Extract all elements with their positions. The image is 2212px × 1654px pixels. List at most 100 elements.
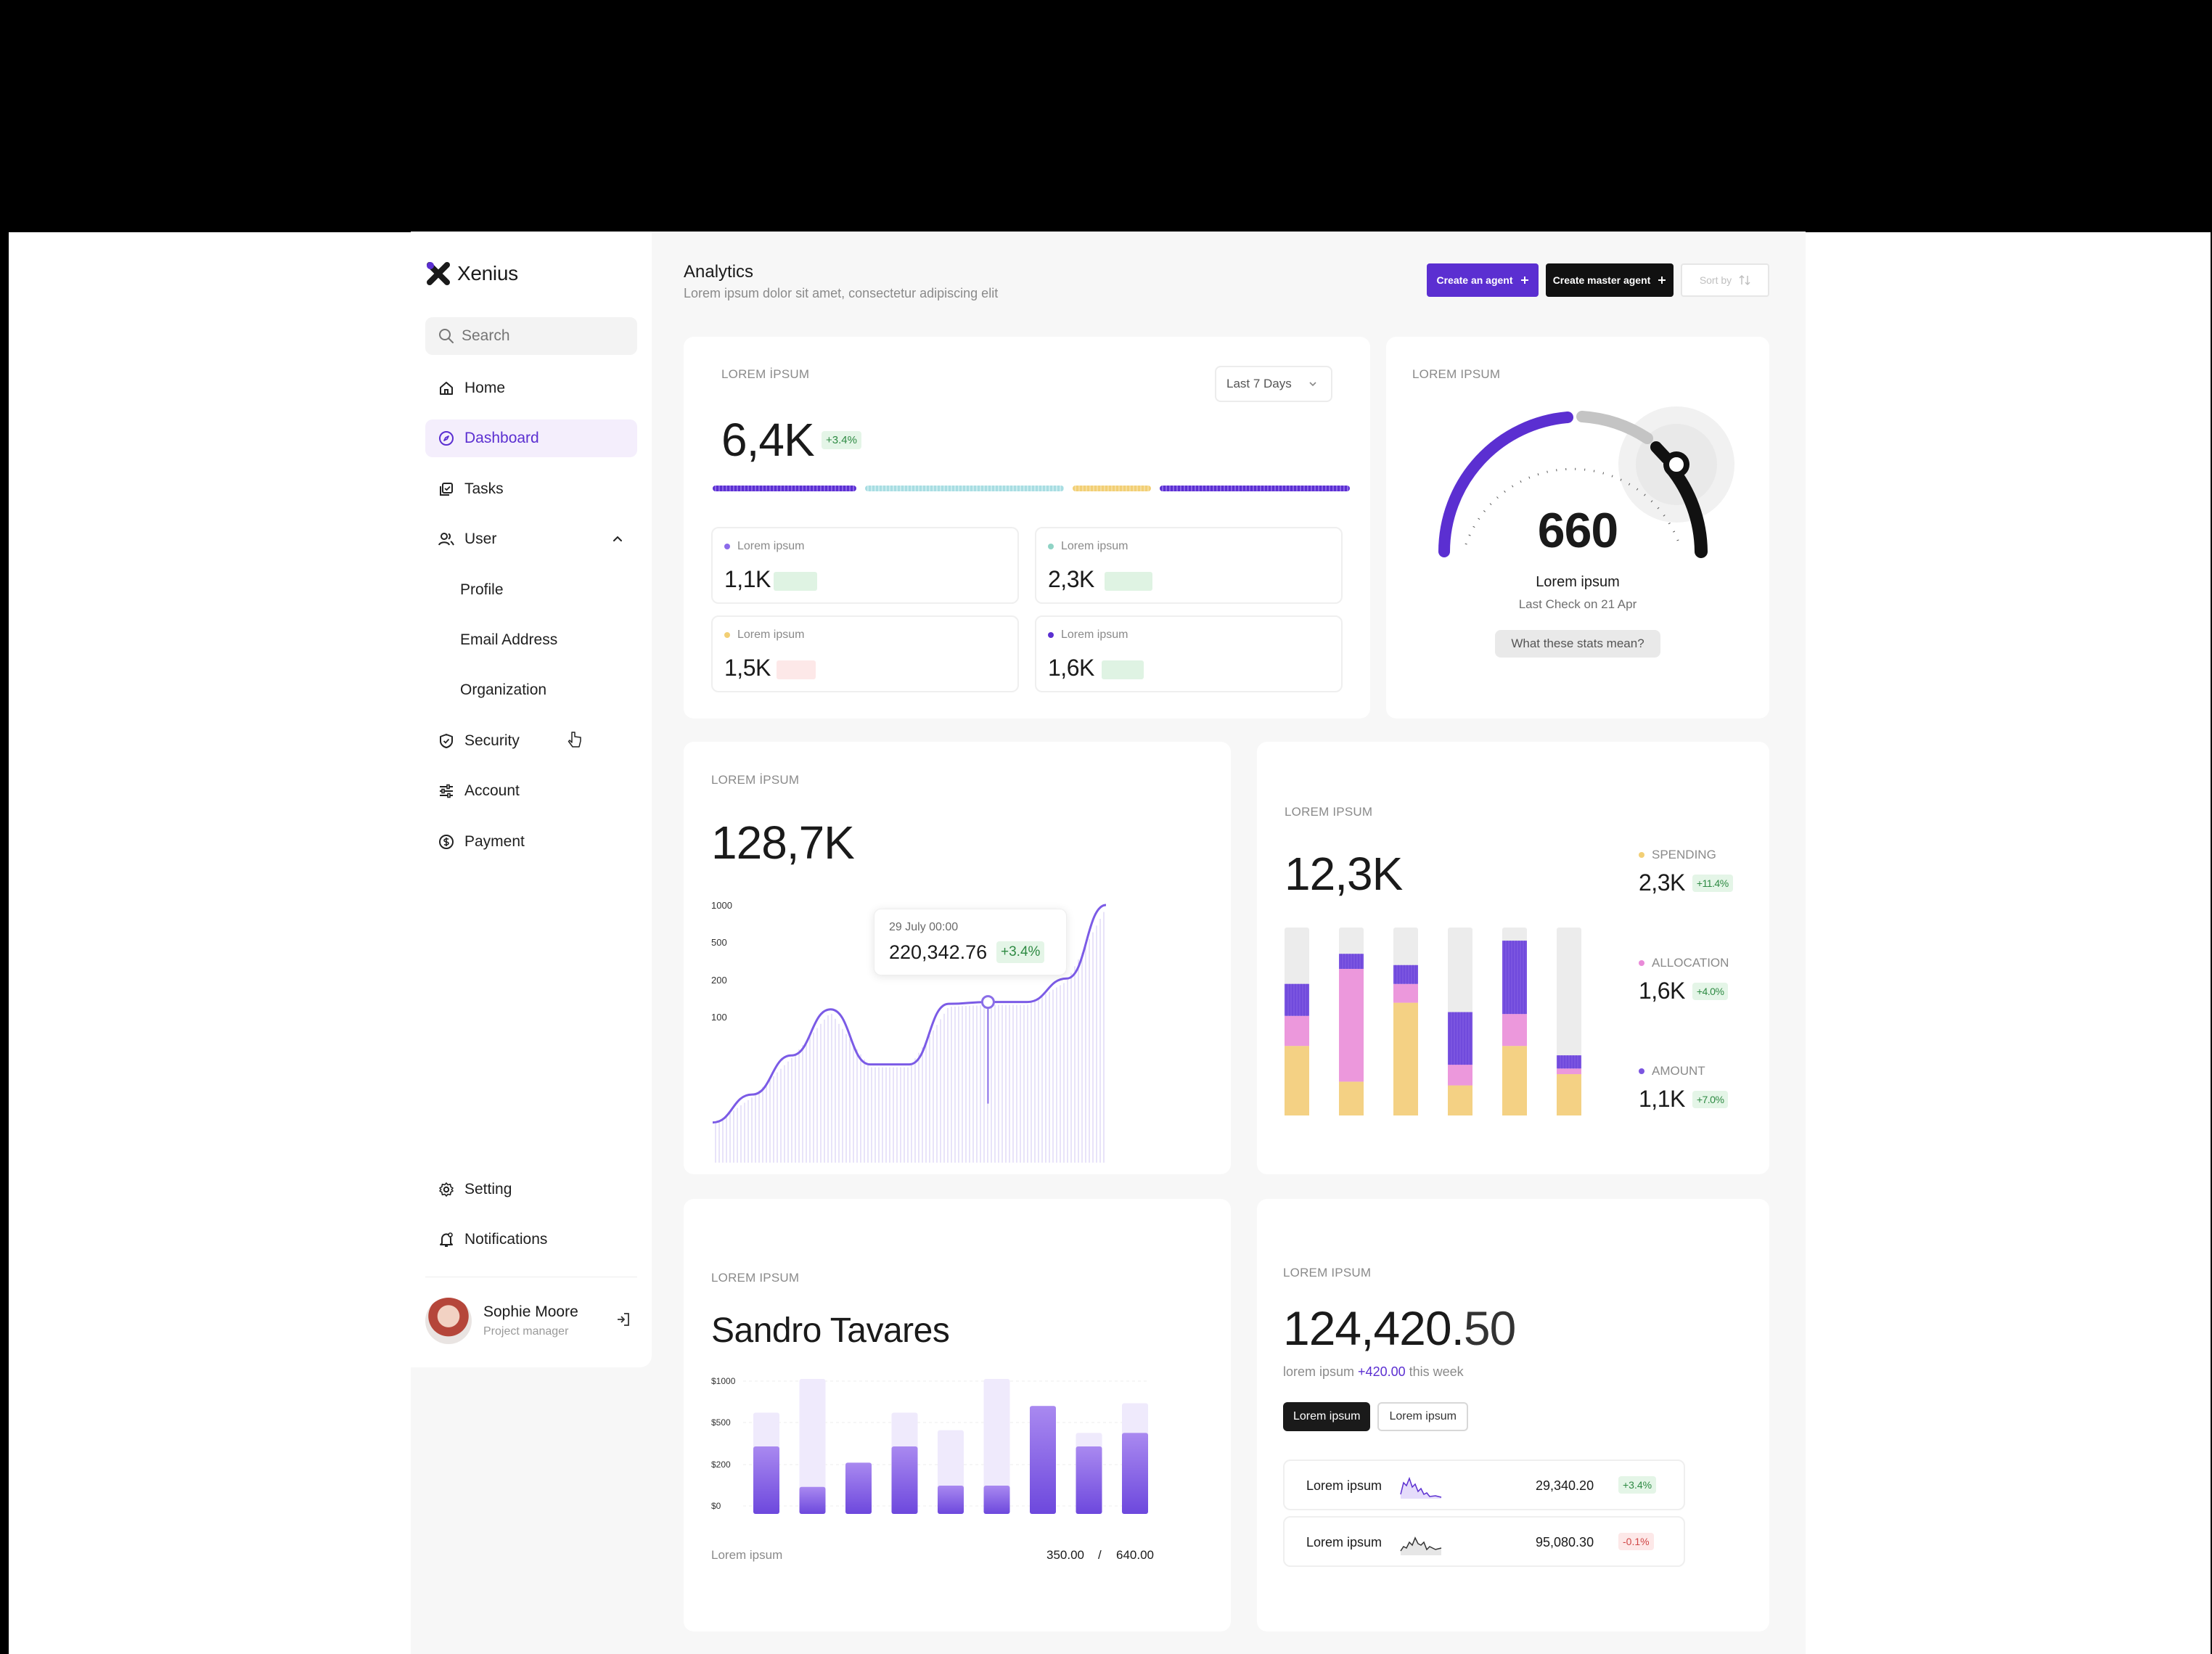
- balance-value: 124,420.50: [1283, 1301, 1516, 1356]
- segment-1: [865, 486, 1064, 491]
- tab-active[interactable]: Lorem ipsum: [1283, 1402, 1371, 1431]
- stats-info-button[interactable]: What these stats mean?: [1495, 630, 1660, 658]
- sliders-icon: [440, 784, 453, 798]
- score-value: 660: [1537, 503, 1618, 558]
- sidebar-item-user[interactable]: User: [425, 520, 637, 558]
- sidebar-item-organization[interactable]: Organization: [425, 671, 637, 709]
- mini-stat[interactable]: Lorem ipsum 1,6K: [1035, 615, 1343, 692]
- bar[interactable]: [753, 1446, 779, 1514]
- create-master-agent-button[interactable]: Create master agent: [1546, 263, 1674, 297]
- user-profile[interactable]: Sophie Moore Project manager: [425, 1295, 637, 1346]
- list-item[interactable]: Lorem ipsum 95,080.30 -0.1%: [1283, 1516, 1685, 1567]
- mini-stat[interactable]: Lorem ipsum 1,5K: [711, 615, 1019, 692]
- bar-segment-spending[interactable]: [1393, 1002, 1418, 1115]
- user-name: Sophie Moore: [483, 1303, 578, 1320]
- stacked-chart-card: LOREM IPSUM 12,3K SPENDING 2,3K +11.4% AL…: [1257, 742, 1769, 1174]
- bar-segment-allocation[interactable]: [1285, 1015, 1309, 1047]
- create-agent-label: Create an agent: [1436, 274, 1513, 286]
- mini-stat-label-row: Lorem ipsum: [1048, 540, 1128, 553]
- bar-segment-allocation[interactable]: [1393, 983, 1418, 1003]
- bar-segment-spending[interactable]: [1557, 1074, 1581, 1115]
- bar-segment-spending[interactable]: [1339, 1081, 1364, 1115]
- bar-segment-spending[interactable]: [1448, 1085, 1472, 1115]
- gear-icon: [439, 1182, 454, 1197]
- mini-stat[interactable]: Lorem ipsum 1,1K: [711, 527, 1019, 604]
- legend-dot: [724, 632, 730, 638]
- bar[interactable]: [799, 1486, 826, 1514]
- bar-segment-amount[interactable]: [1285, 983, 1309, 1016]
- period-dropdown[interactable]: Last 7 Days: [1215, 366, 1332, 402]
- highlight-point[interactable]: [980, 995, 995, 1010]
- bar-segment-allocation[interactable]: [1502, 1014, 1527, 1047]
- sidebar-item-notifications[interactable]: Notifications: [425, 1221, 637, 1258]
- mini-stat-label: Lorem ipsum: [737, 540, 805, 552]
- page-title: Analytics: [684, 262, 754, 282]
- y-tick-label: 500: [711, 937, 727, 948]
- tasks-icon: [440, 482, 453, 496]
- bar-segment-amount[interactable]: [1502, 941, 1527, 1015]
- sidebar-item-profile[interactable]: Profile: [425, 571, 637, 609]
- line-chart-card: LOREM İPSUM 128,7K 1000 500 200 100 29 July…: [684, 742, 1231, 1174]
- bar[interactable]: [1030, 1406, 1056, 1514]
- sidebar-item-tasks[interactable]: Tasks: [425, 470, 637, 508]
- legend-value: 2,3K: [1639, 869, 1685, 896]
- bar[interactable]: [891, 1446, 918, 1514]
- bar-segment-amount[interactable]: [1393, 965, 1418, 984]
- plus-icon: [1658, 277, 1666, 284]
- bar-segment-amount[interactable]: [1339, 954, 1364, 969]
- list-item[interactable]: Lorem ipsum 29,340.20 +3.4%: [1283, 1459, 1685, 1510]
- y-tick-label: 100: [711, 1012, 727, 1023]
- sidebar-item-home[interactable]: Home: [425, 369, 637, 407]
- tab-inactive[interactable]: Lorem ipsum: [1377, 1402, 1468, 1431]
- card-label: LOREM İPSUM: [721, 367, 810, 381]
- tooltip-value: 220,342.76: [889, 941, 988, 963]
- bar-segment-amount[interactable]: [1448, 1012, 1472, 1065]
- sidebar-item-email-address[interactable]: Email Address: [425, 621, 637, 659]
- bar[interactable]: [1122, 1433, 1148, 1514]
- search-input[interactable]: [462, 327, 621, 345]
- chevron-up-icon[interactable]: [611, 532, 624, 545]
- balance-card: LOREM IPSUM 124,420.50 lorem ipsum +420.…: [1257, 1199, 1769, 1632]
- search-box[interactable]: [425, 317, 637, 355]
- bar-segment-allocation[interactable]: [1557, 1068, 1581, 1075]
- sidebar-item-dashboard[interactable]: Dashboard: [425, 419, 637, 458]
- segment-2: [1073, 486, 1151, 491]
- chevron-down-icon: [1309, 382, 1316, 387]
- create-agent-button[interactable]: Create an agent: [1427, 263, 1539, 297]
- bar-segment-allocation[interactable]: [1339, 968, 1364, 1082]
- total-change-badge: +3.4%: [822, 431, 861, 449]
- row-change-badge: +3.4%: [1618, 1476, 1657, 1494]
- bar-segment-spending[interactable]: [1502, 1046, 1527, 1115]
- sidebar-item-setting[interactable]: Setting: [425, 1171, 637, 1208]
- bar[interactable]: [983, 1485, 1010, 1514]
- period-value: Last 7 Days: [1226, 377, 1292, 390]
- mini-stat-label-row: Lorem ipsum: [724, 629, 804, 642]
- bar-segment-amount[interactable]: [1557, 1055, 1581, 1069]
- segment-0: [713, 486, 856, 491]
- sidebar-item-label: Dashboard: [464, 430, 539, 447]
- sidebar-item-payment[interactable]: Payment: [425, 823, 637, 861]
- sidebar-item-account[interactable]: Account: [425, 772, 637, 810]
- bar[interactable]: [938, 1485, 964, 1514]
- sidebar-item-security[interactable]: Security: [425, 722, 637, 760]
- sidebar-item-label: Notifications: [464, 1231, 548, 1248]
- mini-stat[interactable]: Lorem ipsum 2,3K: [1035, 527, 1343, 604]
- y-tick-label: 1000: [711, 900, 732, 911]
- balance-tabs: Lorem ipsum Lorem ipsum: [1283, 1402, 1468, 1431]
- mini-stat-label-row: Lorem ipsum: [724, 540, 804, 553]
- bar[interactable]: [845, 1462, 872, 1514]
- gauge-needle: [1650, 441, 1672, 464]
- logout-icon[interactable]: [615, 1311, 631, 1327]
- logo[interactable]: Xenius: [425, 261, 518, 287]
- sort-by-button[interactable]: Sort by: [1681, 263, 1769, 297]
- legend-change-badge: +7.0%: [1692, 1090, 1729, 1108]
- sidebar: Xenius Home Dashboard Tasks User: [411, 232, 652, 1367]
- y-tick-label: $500: [711, 1417, 731, 1428]
- avatar[interactable]: [425, 1298, 472, 1344]
- bar-segment-spending[interactable]: [1285, 1046, 1309, 1115]
- legend-value: 1,1K: [1639, 1086, 1685, 1112]
- mini-stat-label: Lorem ipsum: [1061, 540, 1128, 552]
- bar[interactable]: [1076, 1446, 1102, 1514]
- sidebar-item-label: User: [464, 531, 497, 548]
- bar-segment-allocation[interactable]: [1448, 1065, 1472, 1086]
